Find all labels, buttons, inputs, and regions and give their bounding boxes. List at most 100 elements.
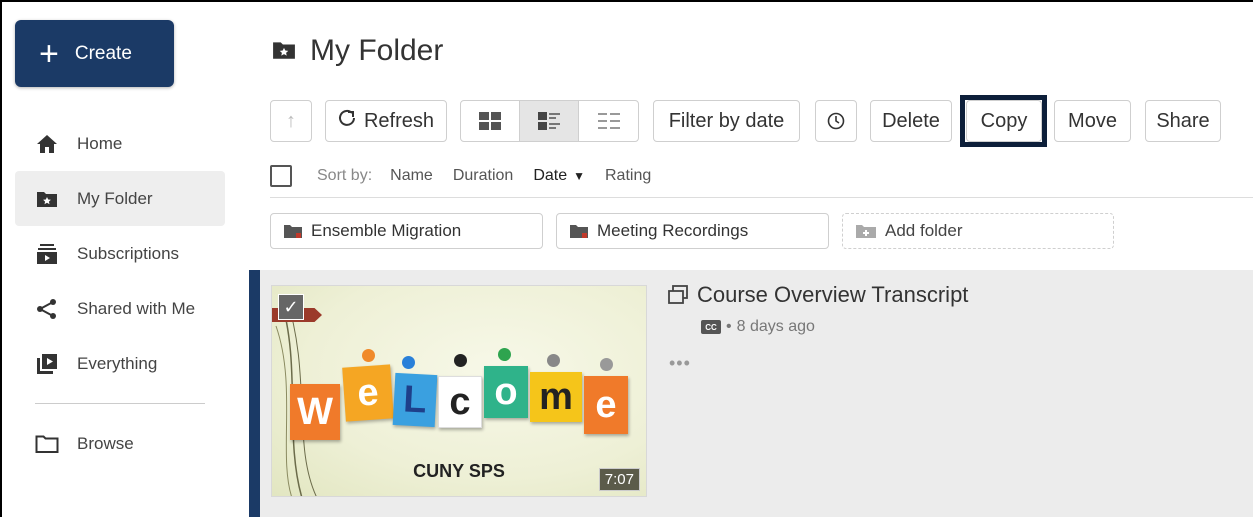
pushpin	[547, 354, 560, 367]
share-button[interactable]: Share	[1145, 100, 1221, 142]
folder-icon	[284, 225, 302, 238]
sidebar-item-label: Shared with Me	[77, 298, 196, 318]
media-meta: CC • 8 days ago	[701, 318, 815, 336]
sort-option-name[interactable]: Name	[390, 167, 433, 185]
welcome-tile: o	[484, 366, 528, 418]
sidebar-item-home[interactable]: Home	[15, 116, 225, 171]
sidebar-item-shared-with-me[interactable]: Shared with Me	[15, 281, 225, 336]
detail-view-icon	[538, 112, 560, 130]
up-arrow-icon: ↑	[286, 109, 296, 132]
history-button[interactable]	[815, 100, 857, 142]
welcome-tile: e	[584, 376, 628, 434]
thumbnail-subtitle: CUNY SPS	[413, 461, 505, 481]
welcome-letter: e	[355, 370, 380, 415]
delete-label: Delete	[882, 109, 940, 132]
welcome-tile: m	[530, 372, 582, 422]
sort-bar: Sort by: Name Duration Date ▼ Rating	[270, 162, 671, 190]
everything-icon	[35, 352, 59, 376]
delete-button[interactable]: Delete	[870, 100, 952, 142]
folder-icon	[570, 225, 588, 238]
welcome-tile: W	[290, 384, 340, 440]
welcome-letter: o	[494, 370, 518, 413]
media-thumbnail[interactable]: ✓ W e L c o m e CUNY SPS 7:07	[271, 285, 647, 497]
list-view-button[interactable]	[579, 101, 638, 141]
caret-down-icon: ▼	[573, 169, 585, 183]
sort-option-date[interactable]: Date ▼	[533, 167, 585, 185]
sort-label: Sort by:	[317, 167, 373, 184]
sidebar-item-everything[interactable]: Everything	[15, 336, 225, 391]
grid-view-button[interactable]	[461, 101, 520, 141]
folder-chip-label: Meeting Recordings	[597, 221, 749, 240]
subscriptions-icon	[35, 242, 59, 266]
move-label: Move	[1068, 109, 1117, 132]
more-options-button[interactable]: •••	[669, 353, 691, 374]
selected-indicator-bar	[249, 270, 260, 517]
starred-folder-icon	[35, 187, 59, 211]
sort-option-duration[interactable]: Duration	[453, 167, 513, 185]
media-title-text: Course Overview Transcript	[697, 282, 969, 307]
page-title: My Folder	[272, 34, 443, 68]
list-view-icon	[597, 113, 620, 129]
meta-dot: •	[726, 318, 732, 335]
pushpin	[362, 349, 375, 362]
share-label: Share	[1156, 109, 1210, 132]
welcome-letter: e	[595, 383, 617, 426]
sidebar-item-subscriptions[interactable]: Subscriptions	[15, 226, 225, 281]
refresh-icon	[338, 109, 356, 133]
refresh-button[interactable]: Refresh	[325, 100, 447, 142]
sidebar-item-my-folder[interactable]: My Folder	[15, 171, 225, 226]
welcome-tile: L	[392, 372, 438, 428]
divider	[270, 197, 1253, 198]
create-label: Create	[74, 42, 132, 64]
sidebar-item-label: Everything	[77, 353, 158, 373]
welcome-letter: L	[402, 377, 428, 422]
welcome-tile: e	[342, 364, 394, 422]
pushpin	[498, 348, 511, 361]
add-folder-label: Add folder	[885, 221, 963, 240]
check-icon: ✓	[283, 296, 299, 317]
filter-by-date-button[interactable]: Filter by date	[653, 100, 800, 142]
add-folder-icon	[856, 225, 876, 238]
folder-chip[interactable]: Meeting Recordings	[556, 213, 829, 249]
sidebar-divider	[35, 403, 205, 404]
share-icon	[35, 297, 59, 321]
welcome-letter: m	[539, 375, 573, 418]
detail-view-button[interactable]	[520, 101, 579, 141]
pushpin	[600, 358, 613, 371]
folder-chip-label: Ensemble Migration	[311, 221, 462, 240]
welcome-tile: c	[438, 376, 482, 428]
welcome-letter: c	[449, 380, 471, 423]
home-icon	[35, 132, 59, 156]
select-all-checkbox[interactable]	[270, 165, 292, 187]
media-title[interactable]: Course Overview Transcript	[667, 282, 968, 308]
copy-highlight-box	[960, 95, 1047, 147]
move-button[interactable]: Move	[1054, 100, 1131, 142]
duration-badge: 7:07	[598, 468, 640, 491]
sort-option-rating[interactable]: Rating	[605, 167, 651, 185]
folder-chip[interactable]: Ensemble Migration	[270, 213, 543, 249]
page-title-text: My Folder	[310, 34, 444, 67]
up-arrow-button[interactable]: ↑	[270, 100, 312, 142]
pushpin	[402, 356, 415, 369]
refresh-label: Refresh	[363, 109, 435, 132]
create-button[interactable]: + Create	[15, 20, 174, 87]
clock-icon	[827, 112, 845, 130]
closed-captions-icon: CC	[701, 320, 721, 334]
sidebar-nav: Home My Folder Subscriptions Shared with…	[15, 116, 225, 471]
media-list-item[interactable]: ✓ W e L c o m e CUNY SPS 7:07 Course Ove…	[249, 270, 1253, 517]
view-mode-toggle	[460, 100, 639, 142]
sidebar-item-label: Subscriptions	[77, 243, 180, 263]
sidebar-item-label: Home	[77, 133, 123, 153]
sidebar-item-label: My Folder	[77, 188, 153, 208]
transcript-icon	[668, 285, 688, 304]
media-age: 8 days ago	[736, 318, 815, 335]
filter-by-date-label: Filter by date	[668, 109, 785, 132]
sort-option-date-label: Date	[533, 167, 568, 184]
sidebar-item-browse[interactable]: Browse	[15, 416, 225, 471]
plus-icon: +	[39, 34, 59, 73]
item-checkbox[interactable]: ✓	[278, 294, 304, 320]
sidebar-item-label: Browse	[77, 433, 134, 453]
grid-view-icon	[479, 112, 501, 130]
add-folder-button[interactable]: Add folder	[842, 213, 1114, 249]
welcome-letter: W	[297, 390, 333, 433]
